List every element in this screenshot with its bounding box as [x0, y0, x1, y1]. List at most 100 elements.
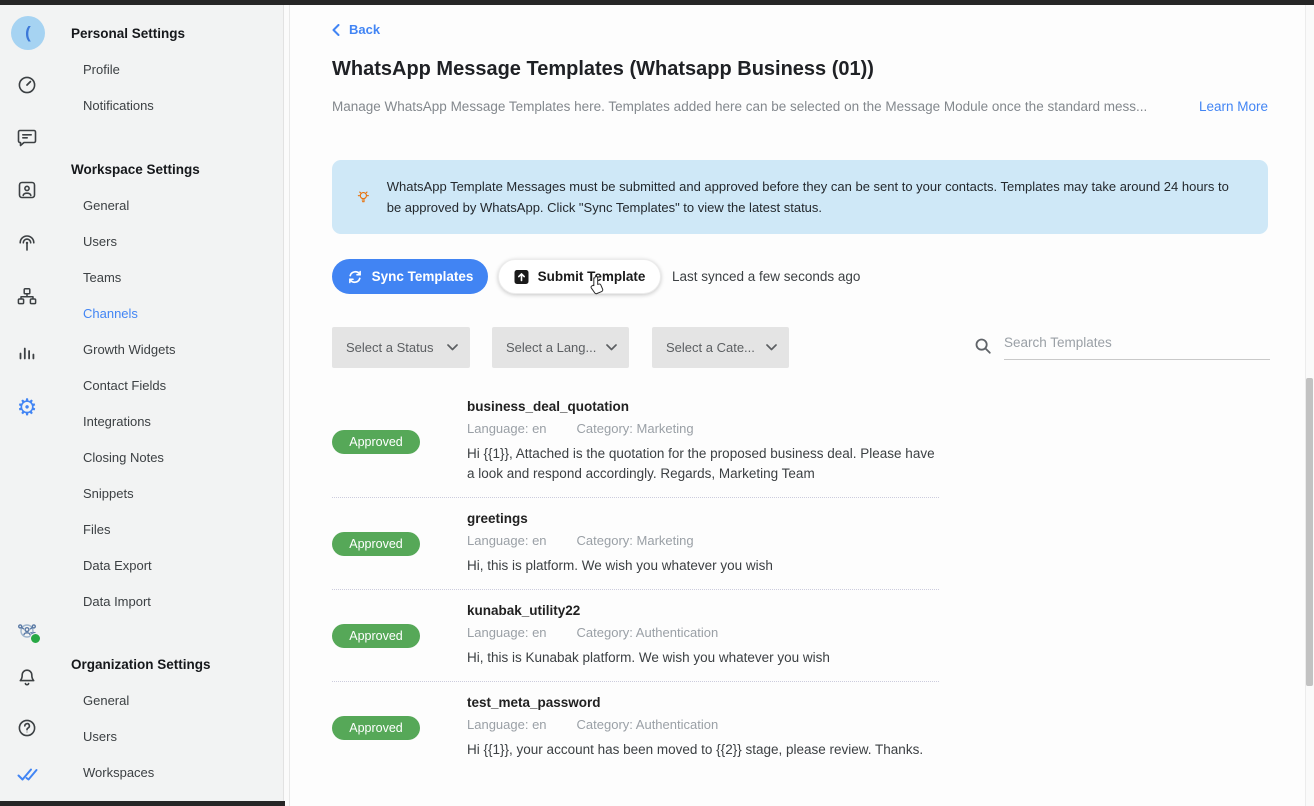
chevron-down-icon: [766, 344, 777, 351]
template-language: Language: en: [467, 625, 547, 640]
analytics-icon[interactable]: [16, 341, 38, 363]
back-button[interactable]: Back: [332, 22, 380, 37]
template-row[interactable]: Approved test_meta_password Language: en…: [332, 682, 939, 773]
scrollbar-thumb[interactable]: [1306, 378, 1313, 686]
status-badge: Approved: [332, 429, 420, 454]
sidebar-item-channels[interactable]: Channels: [83, 296, 283, 332]
template-row[interactable]: Approved business_deal_quotation Languag…: [332, 386, 939, 498]
messages-icon[interactable]: [16, 126, 38, 148]
template-meta: Language: en Category: Authentication: [467, 717, 939, 732]
sidebar-item-notifications[interactable]: Notifications: [83, 88, 283, 124]
banner-text: WhatsApp Template Messages must be submi…: [386, 179, 1229, 215]
back-label: Back: [349, 22, 381, 37]
template-name: kunabak_utility22: [467, 603, 581, 618]
section-title-organization: Organization Settings: [71, 657, 211, 672]
language-filter-label: Select a Lang...: [506, 340, 597, 355]
template-category: Category: Marketing: [576, 533, 694, 548]
template-meta: Language: en Category: Authentication: [467, 625, 939, 640]
sidebar-item-org-users[interactable]: Users: [83, 719, 283, 755]
status-badge: Approved: [332, 531, 420, 556]
dashboard-gauge-icon[interactable]: [16, 74, 38, 96]
template-category: Category: Authentication: [576, 625, 719, 640]
template-language: Language: en: [467, 421, 547, 436]
template-body: Hi, this is platform. We wish you whatev…: [467, 558, 773, 573]
search-icon: [975, 338, 991, 354]
lightbulb-icon: [357, 191, 369, 203]
notifications-bell-icon[interactable]: [16, 667, 38, 689]
info-banner: WhatsApp Template Messages must be submi…: [332, 160, 1268, 234]
sidebar-item-workspaces[interactable]: Workspaces: [83, 755, 283, 791]
community-icon[interactable]: [16, 620, 41, 644]
template-body: Hi {{1}}, your account has been moved to…: [467, 742, 924, 757]
settings-gear-icon[interactable]: ⚙: [16, 396, 38, 419]
template-body: Hi, this is Kunabak platform. We wish yo…: [467, 650, 830, 665]
settings-sidebar: (⚙ Personal Settings Profile Notificati…: [0, 0, 283, 806]
sidebar-item-contact-fields[interactable]: Contact Fields: [83, 368, 283, 404]
broadcast-icon[interactable]: [16, 232, 38, 254]
template-row[interactable]: Approved kunabak_utility22 Language: en C…: [332, 590, 939, 682]
template-name: business_deal_quotation: [467, 399, 630, 414]
sidebar-item-integrations[interactable]: Integrations: [83, 404, 283, 440]
settings-menu: Personal Settings Profile Notifications …: [56, 0, 283, 791]
section-title-personal: Personal Settings: [71, 26, 186, 41]
refresh-icon: [348, 270, 361, 283]
learn-more-link[interactable]: Learn More: [1199, 99, 1268, 114]
sidebar-item-files[interactable]: Files: [83, 512, 283, 548]
template-name: test_meta_password: [467, 695, 601, 710]
main-content: Back WhatsApp Message Templates (Whatsap…: [290, 0, 1314, 806]
page-scrollbar[interactable]: [1305, 0, 1314, 806]
status-filter-label: Select a Status: [346, 340, 434, 355]
page-title: WhatsApp Message Templates (Whatsapp Bus…: [332, 58, 874, 80]
filter-row: Select a Status Select a Lang... Select …: [290, 327, 1314, 368]
sidebar-item-closing-notes[interactable]: Closing Notes: [83, 440, 283, 476]
sidebar-item-profile[interactable]: Profile: [83, 52, 283, 88]
sidebar-item-users[interactable]: Users: [83, 224, 283, 260]
search-input[interactable]: [1004, 331, 1270, 360]
sidebar-item-growth-widgets[interactable]: Growth Widgets: [83, 332, 283, 368]
category-filter-label: Select a Cate...: [666, 340, 755, 355]
submit-icon: [514, 269, 529, 284]
sitemap-icon[interactable]: [16, 286, 38, 308]
template-list: Approved business_deal_quotation Languag…: [332, 386, 939, 773]
template-category: Category: Authentication: [576, 717, 719, 732]
status-badge: Approved: [332, 623, 420, 648]
sync-templates-label: Sync Templates: [371, 269, 474, 284]
page-description-row: Manage WhatsApp Message Templates here. …: [332, 96, 1268, 118]
sync-templates-button[interactable]: Sync Templates: [332, 259, 488, 294]
template-search: [974, 331, 1270, 360]
sidebar-item-org-general[interactable]: General: [83, 683, 283, 719]
double-check-icon[interactable]: [16, 763, 38, 785]
section-title-workspace: Workspace Settings: [71, 162, 200, 177]
user-avatar[interactable]: (: [11, 16, 45, 50]
status-badge: Approved: [332, 715, 420, 740]
template-row[interactable]: Approved greetings Language: en Category:…: [332, 498, 939, 590]
category-filter-dropdown[interactable]: Select a Cate...: [652, 327, 789, 368]
sidebar-item-data-export[interactable]: Data Export: [83, 548, 283, 584]
template-language: Language: en: [467, 717, 547, 732]
submit-template-button[interactable]: Submit Template: [498, 259, 661, 294]
top-border-bar: [0, 0, 1314, 5]
template-language: Language: en: [467, 533, 547, 548]
template-body: Hi {{1}}, Attached is the quotation for …: [467, 446, 935, 481]
sidebar-item-data-import[interactable]: Data Import: [83, 584, 283, 620]
sidebar-item-teams[interactable]: Teams: [83, 260, 283, 296]
online-status-dot: [30, 633, 41, 644]
template-meta: Language: en Category: Marketing: [467, 421, 939, 436]
contacts-icon[interactable]: [16, 179, 38, 201]
status-filter-dropdown[interactable]: Select a Status: [332, 327, 470, 368]
app-window: (⚙ Personal Settings Profile Notificati…: [0, 0, 1314, 806]
help-icon[interactable]: [16, 717, 38, 739]
last-synced-status: Last synced a few seconds ago: [672, 269, 861, 284]
template-category: Category: Marketing: [576, 421, 694, 436]
sidebar-item-snippets[interactable]: Snippets: [83, 476, 283, 512]
language-filter-dropdown[interactable]: Select a Lang...: [492, 327, 629, 368]
chevron-left-icon: [332, 23, 340, 36]
icon-rail: (⚙: [0, 0, 56, 806]
chevron-down-icon: [606, 344, 617, 351]
sidebar-scrollbar[interactable]: [283, 0, 290, 806]
bottom-border-bar: [0, 801, 285, 806]
page-description: Manage WhatsApp Message Templates here. …: [332, 99, 1148, 114]
sidebar-item-general[interactable]: General: [83, 188, 283, 224]
mouse-cursor-pointer: [590, 276, 604, 295]
toolbar: Sync Templates Submit Template Last sync…: [290, 259, 1314, 294]
